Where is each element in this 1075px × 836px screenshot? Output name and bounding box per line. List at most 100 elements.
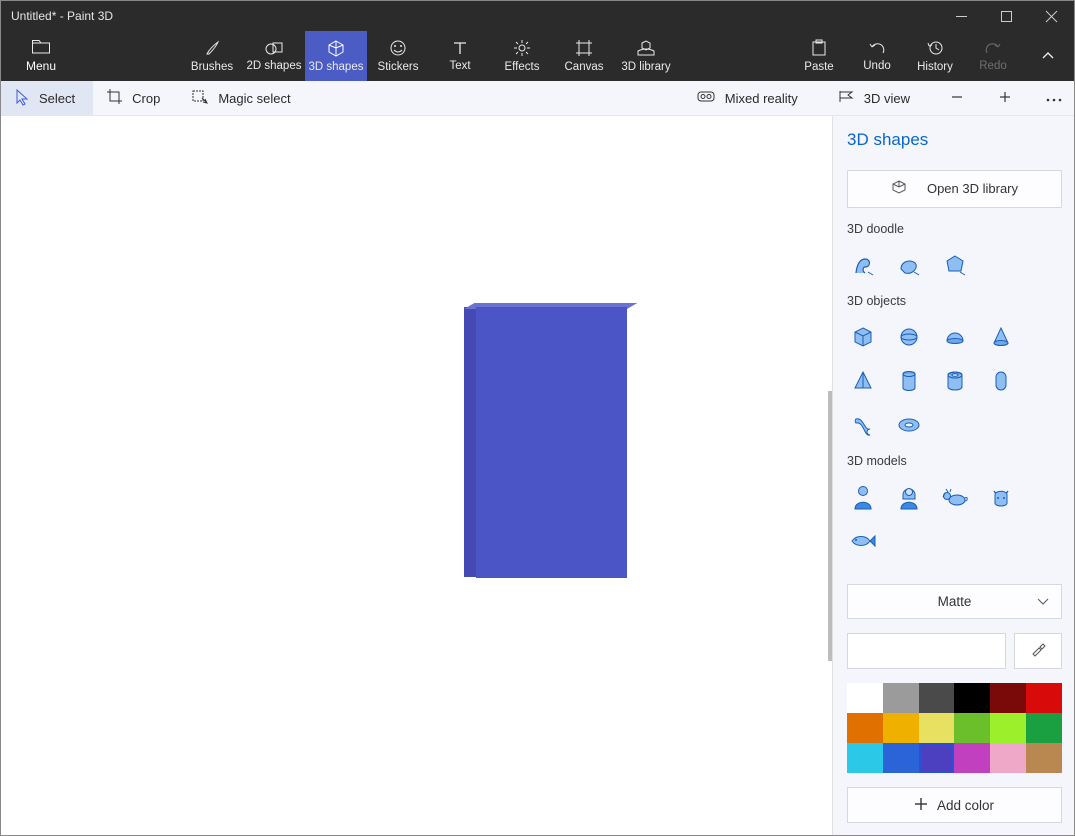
zoom-out-button[interactable] (942, 81, 972, 116)
library3d-icon (637, 40, 655, 59)
tab-label: Redo (979, 60, 1007, 72)
color-swatch[interactable] (954, 683, 990, 713)
collapse-ribbon-button[interactable] (1022, 31, 1074, 81)
canvas-icon (576, 40, 592, 59)
tab-label: History (917, 61, 953, 73)
scrollbar[interactable] (828, 391, 832, 661)
color-swatch[interactable] (883, 713, 919, 743)
material-select[interactable]: Matte (847, 584, 1062, 620)
crop-tool[interactable]: Crop (93, 81, 178, 116)
soft-edge-doodle-icon[interactable] (893, 250, 925, 280)
tab-label: Brushes (191, 61, 233, 73)
secondary-toolbar: Select Crop Magic select Mixed reality 3… (1, 81, 1074, 116)
tab-label: Undo (863, 60, 891, 72)
toolbar-label: Magic select (218, 91, 290, 106)
tab-3d-shapes[interactable]: 3D shapes (305, 31, 367, 81)
3d-view-button[interactable]: 3D view (830, 81, 918, 116)
plus-icon (998, 90, 1012, 107)
section-3d-doodle: 3D doodle (847, 222, 1062, 236)
tab-2d-shapes[interactable]: 2D shapes (243, 31, 305, 81)
woman-icon[interactable] (893, 482, 925, 512)
menu-button[interactable]: Menu (1, 31, 81, 81)
color-swatch[interactable] (1026, 743, 1062, 773)
tab-effects[interactable]: Effects (491, 31, 553, 81)
color-hex-input[interactable] (847, 633, 1006, 669)
app-window: Untitled* - Paint 3D Menu Brushes 2 (0, 0, 1075, 836)
shapes3d-icon (328, 40, 344, 59)
color-swatch[interactable] (847, 743, 883, 773)
fish-icon[interactable] (847, 526, 879, 556)
color-swatch[interactable] (847, 683, 883, 713)
folder-icon (32, 40, 50, 57)
mixed-reality-button[interactable]: Mixed reality (689, 81, 806, 116)
add-color-button[interactable]: Add color (847, 787, 1062, 823)
tube-ring-icon[interactable] (939, 366, 971, 396)
maximize-button[interactable] (984, 1, 1029, 31)
stickers-icon (390, 40, 406, 59)
hemisphere-icon[interactable] (939, 322, 971, 352)
color-swatches (847, 683, 1062, 773)
model-tools (847, 482, 1062, 556)
eyedropper-button[interactable] (1014, 633, 1062, 669)
close-button[interactable] (1029, 1, 1074, 31)
color-swatch[interactable] (883, 683, 919, 713)
color-swatch[interactable] (847, 713, 883, 743)
more-icon (1046, 91, 1062, 106)
tab-stickers[interactable]: Stickers (367, 31, 429, 81)
more-button[interactable] (1038, 81, 1070, 116)
minimize-button[interactable] (939, 1, 984, 31)
pyramid-icon[interactable] (847, 366, 879, 396)
history-button[interactable]: History (906, 31, 964, 81)
color-swatch[interactable] (919, 683, 955, 713)
tube-doodle-icon[interactable] (847, 250, 879, 280)
color-swatch[interactable] (1026, 713, 1062, 743)
capsule-icon[interactable] (985, 366, 1017, 396)
cone-icon[interactable] (985, 322, 1017, 352)
tab-text[interactable]: Text (429, 31, 491, 81)
paste-button[interactable]: Paste (790, 31, 848, 81)
cat-icon[interactable] (985, 482, 1017, 512)
color-swatch[interactable] (954, 743, 990, 773)
color-swatch[interactable] (990, 683, 1026, 713)
tab-label: Text (449, 60, 470, 72)
color-swatch[interactable] (883, 743, 919, 773)
toolbar-label: Select (39, 91, 75, 106)
curved-cylinder-icon[interactable] (847, 410, 879, 440)
workspace: 3D shapes Open 3D library 3D doodle 3D o… (1, 116, 1074, 835)
redo-button[interactable]: Redo (964, 31, 1022, 81)
magic-select-tool[interactable]: Magic select (178, 81, 308, 116)
mr-headset-icon (697, 91, 715, 106)
chevron-up-icon (1041, 47, 1055, 65)
tab-canvas[interactable]: Canvas (553, 31, 615, 81)
cylinder-icon[interactable] (893, 366, 925, 396)
donut-icon[interactable] (893, 410, 925, 440)
open-3d-library-button[interactable]: Open 3D library (847, 170, 1062, 208)
tab-3d-library[interactable]: 3D library (615, 31, 677, 81)
ribbon-right: Paste Undo History Redo (790, 31, 1074, 81)
zoom-in-button[interactable] (990, 81, 1020, 116)
color-swatch[interactable] (919, 713, 955, 743)
undo-button[interactable]: Undo (848, 31, 906, 81)
man-icon[interactable] (847, 482, 879, 512)
undo-icon (869, 41, 885, 58)
section-3d-objects: 3D objects (847, 294, 1062, 308)
cursor-icon (15, 89, 29, 108)
color-swatch[interactable] (990, 743, 1026, 773)
menu-label: Menu (26, 59, 56, 73)
color-swatch[interactable] (954, 713, 990, 743)
tab-label: Paste (804, 61, 833, 73)
text-icon (453, 41, 467, 58)
color-swatch[interactable] (990, 713, 1026, 743)
cube-icon[interactable] (847, 322, 879, 352)
sphere-icon[interactable] (893, 322, 925, 352)
dog-icon[interactable] (939, 482, 971, 512)
select-tool[interactable]: Select (1, 81, 93, 116)
color-swatch[interactable] (919, 743, 955, 773)
color-swatch[interactable] (1026, 683, 1062, 713)
sharp-edge-doodle-icon[interactable] (939, 250, 971, 280)
tab-brushes[interactable]: Brushes (181, 31, 243, 81)
tab-label: 3D library (621, 61, 670, 73)
button-label: Open 3D library (927, 181, 1018, 196)
canvas[interactable] (1, 116, 833, 835)
redo-icon (985, 41, 1001, 58)
